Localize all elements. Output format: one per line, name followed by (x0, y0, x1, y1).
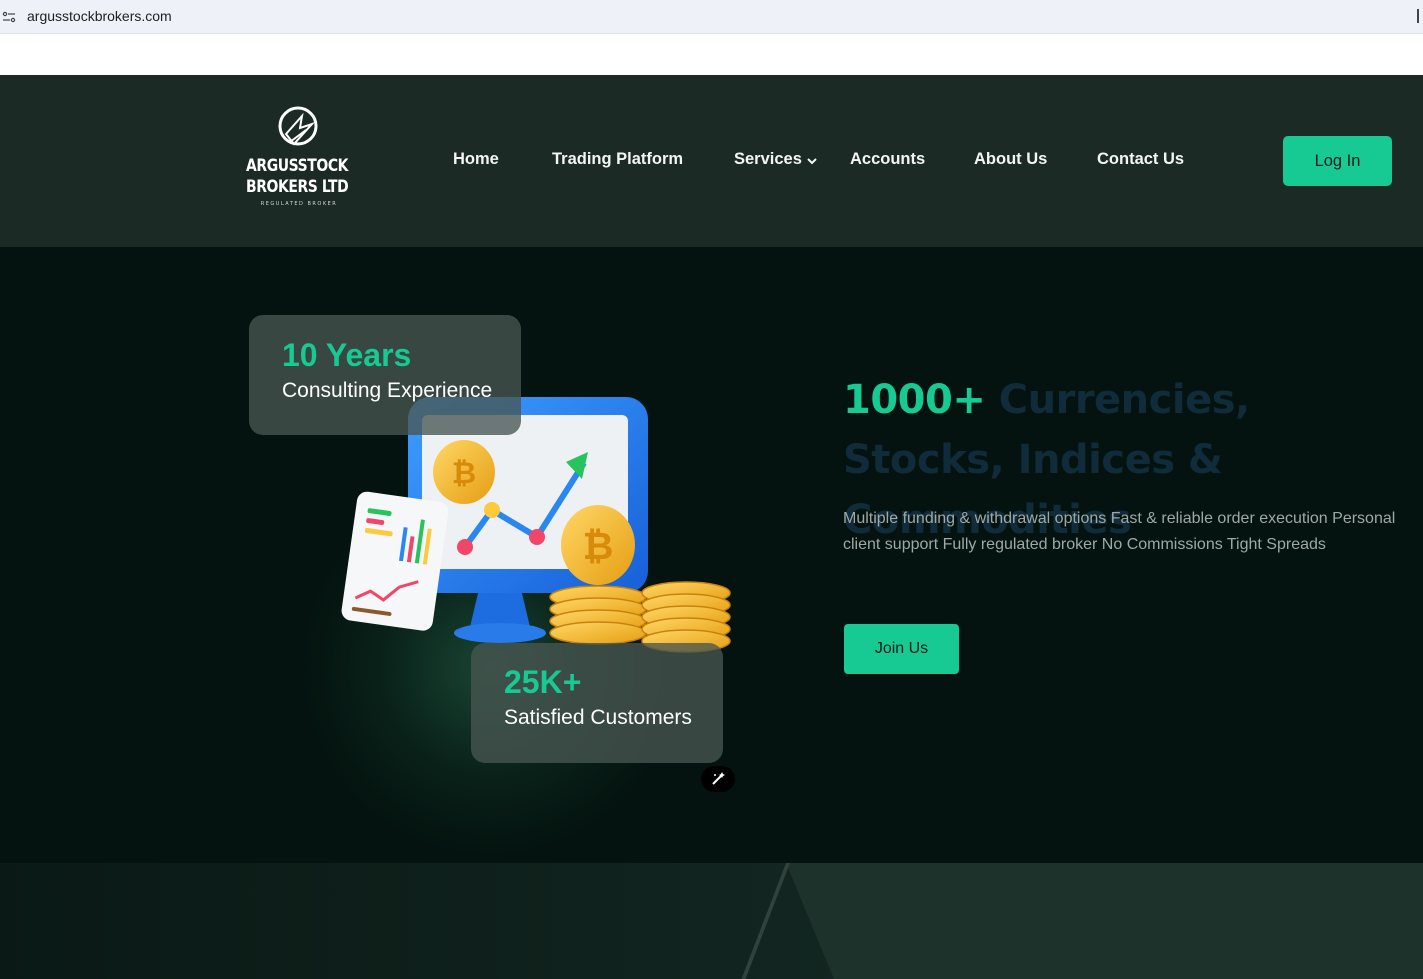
nav-trading-platform[interactable]: Trading Platform (552, 150, 683, 169)
nav-home[interactable]: Home (453, 150, 499, 169)
headline-accent: 1000+ (843, 377, 986, 423)
site-logo[interactable]: ARGUSSTOCK BROKERS LTD REGULATED BROKER (246, 104, 352, 208)
logo-tagline: REGULATED BROKER (260, 201, 338, 207)
nav-contact-us[interactable]: Contact Us (1097, 150, 1184, 169)
magic-wand-icon[interactable] (701, 766, 735, 792)
stat-value: 25K+ (504, 664, 582, 700)
page-top-strip (0, 34, 1423, 75)
join-us-button[interactable]: Join Us (844, 624, 959, 674)
stat-value: 10 Years (282, 337, 412, 373)
browser-address-bar: argusstockbrokers.com (0, 0, 1423, 34)
hero-description: Multiple funding & withdrawal options Fa… (843, 510, 1396, 553)
nav-services[interactable]: Services (734, 150, 802, 169)
next-section (0, 863, 1423, 979)
site-settings-icon[interactable] (2, 10, 16, 24)
svg-text:₿: ₿ (452, 456, 476, 491)
stat-label: Satisfied Customers (504, 706, 692, 729)
nav-about-us[interactable]: About Us (974, 150, 1047, 169)
logo-mark-icon (278, 106, 318, 146)
trading-illustration: ₿ ₿ (341, 397, 731, 653)
stat-label: Consulting Experience (282, 379, 493, 402)
site-header (0, 75, 1423, 247)
stat-card-experience: 10 Years Consulting Experience (249, 315, 521, 435)
decorative-panel (786, 863, 1423, 979)
url-text[interactable]: argusstockbrokers.com (27, 8, 172, 24)
logo-wordmark: ARGUSSTOCK BROKERS LTD (246, 156, 349, 197)
stat-card-customers: 25K+ Satisfied Customers (471, 643, 723, 763)
decorative-edge (741, 863, 790, 979)
login-button[interactable]: Log In (1283, 136, 1392, 186)
nav-accounts[interactable]: Accounts (850, 150, 925, 169)
scrollbar-edge (1417, 9, 1423, 23)
chevron-down-icon[interactable] (806, 155, 818, 167)
svg-text:₿: ₿ (583, 524, 614, 568)
